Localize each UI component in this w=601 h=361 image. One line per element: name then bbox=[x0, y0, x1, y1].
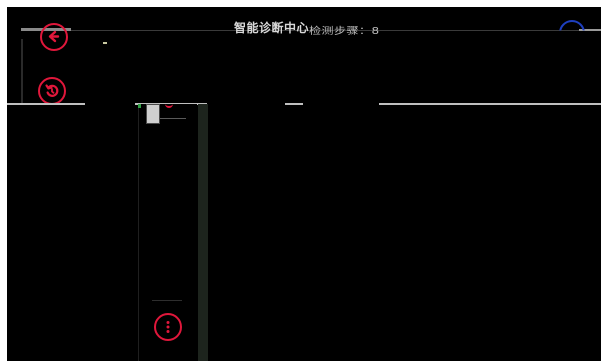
back-button[interactable] bbox=[40, 23, 68, 51]
help-button[interactable] bbox=[559, 20, 585, 31]
content-divider bbox=[7, 103, 601, 105]
left-column-edge bbox=[21, 39, 23, 103]
page-subtitle: 检测步骤：8 bbox=[309, 25, 380, 37]
refresh-icon bbox=[45, 84, 59, 97]
panel-thumbnail[interactable] bbox=[146, 104, 160, 124]
more-vertical-icon bbox=[166, 321, 170, 333]
refresh-button[interactable] bbox=[38, 77, 66, 105]
header-marker bbox=[103, 42, 107, 44]
app-screen: 智能诊断中心检测步骤：8 bbox=[7, 7, 601, 361]
panel-divider bbox=[152, 300, 182, 301]
back-arrow-icon bbox=[48, 30, 60, 43]
status-indicator bbox=[138, 104, 141, 108]
more-options-button[interactable] bbox=[154, 313, 182, 341]
scrollbar[interactable] bbox=[198, 104, 208, 361]
page-title-text: 智能诊断中心 bbox=[234, 21, 310, 35]
thumbnail-underline bbox=[160, 118, 186, 119]
page-title: 智能诊断中心检测步骤：8 bbox=[234, 18, 380, 38]
